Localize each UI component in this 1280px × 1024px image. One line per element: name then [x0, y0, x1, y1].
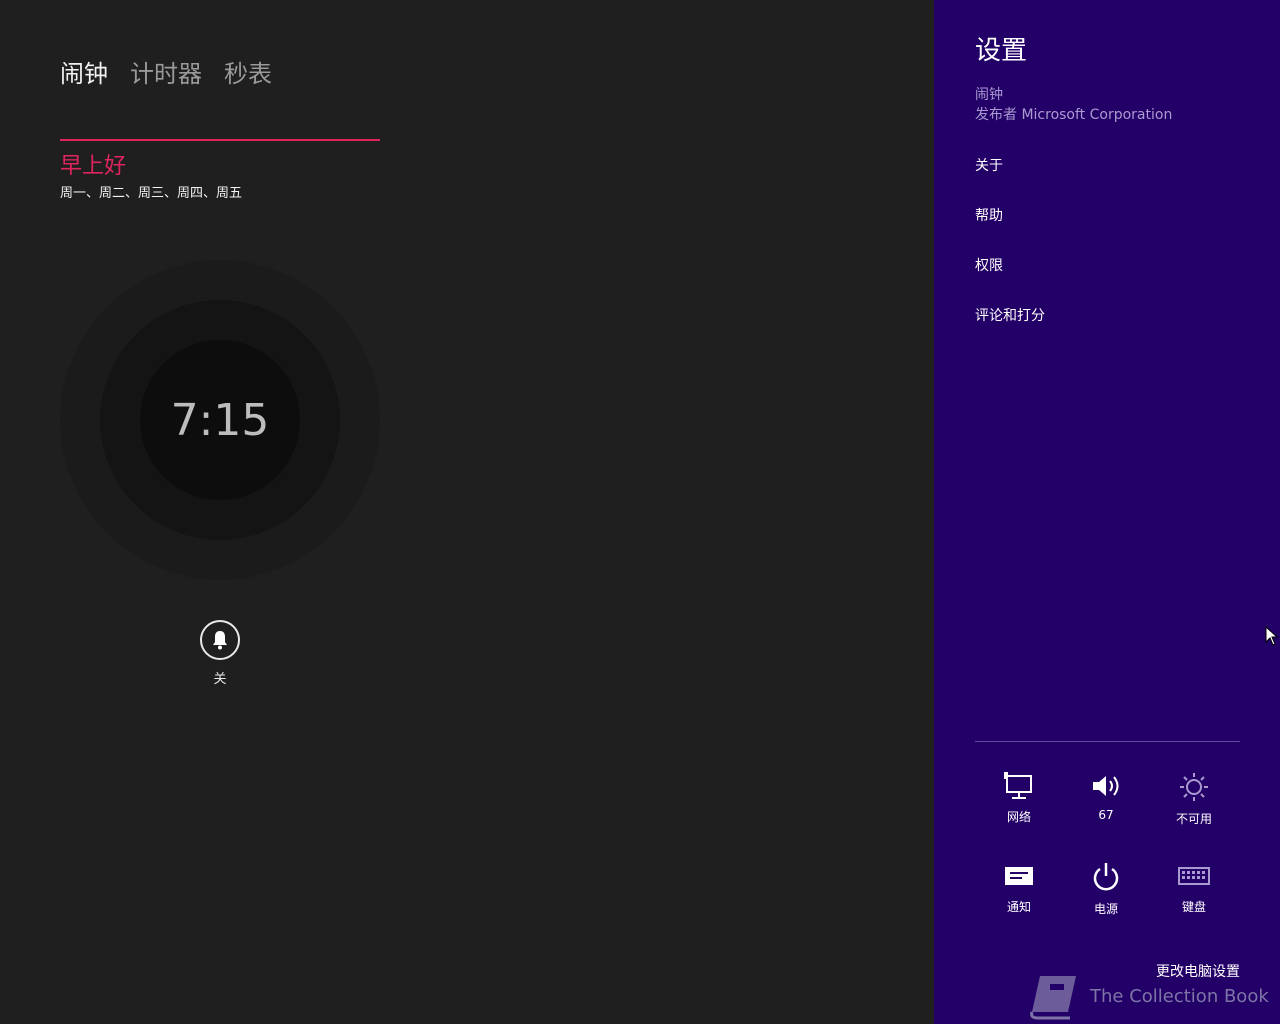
keyboard-icon — [1178, 867, 1210, 885]
tab-timer[interactable]: 计时器 — [130, 54, 202, 89]
menu-about[interactable]: 关于 — [975, 155, 1003, 175]
settings-publisher: 发布者 Microsoft Corporation — [975, 107, 1173, 123]
menu-permissions[interactable]: 权限 — [975, 255, 1003, 275]
settings-title: 设置 — [975, 36, 1028, 66]
menu-help[interactable]: 帮助 — [975, 205, 1003, 225]
watermark: The Collection Book — [1028, 972, 1269, 1020]
alarm-clock-dial[interactable]: 7:15 — [60, 260, 380, 580]
alarm-days: 周一、周二、周三、周四、周五 — [60, 186, 243, 201]
quick-brightness[interactable]: 不可用 — [1154, 772, 1234, 827]
alarm-accent-line — [60, 139, 380, 141]
brightness-icon — [1180, 773, 1208, 801]
alarm-time: 7:15 — [170, 394, 270, 446]
alarm-toggle-button[interactable] — [200, 620, 240, 660]
quick-power-label: 电源 — [1093, 902, 1118, 916]
network-icon — [1004, 772, 1032, 799]
quick-settings-divider — [975, 741, 1240, 742]
notifications-icon — [1005, 867, 1033, 885]
power-icon — [1093, 863, 1119, 891]
menu-rate-review[interactable]: 评论和打分 — [975, 305, 1045, 325]
book-icon — [1030, 976, 1076, 1020]
quick-network-label: 网络 — [1006, 810, 1031, 824]
mouse-cursor-icon — [1265, 626, 1279, 646]
settings-app-name: 闹钟 — [975, 87, 1003, 103]
alarm-toggle-label: 关 — [213, 672, 227, 687]
alarm-name[interactable]: 早上好 — [60, 148, 126, 180]
quick-brightness-label: 不可用 — [1175, 812, 1212, 826]
quick-notifications[interactable]: 通知 — [979, 862, 1059, 915]
watermark-text: The Collection Book — [1090, 985, 1269, 1007]
quick-keyboard-label: 键盘 — [1181, 900, 1206, 914]
tab-stopwatch[interactable]: 秒表 — [224, 54, 272, 89]
app-tabs: 闹钟 计时器 秒表 — [60, 54, 272, 89]
quick-keyboard[interactable]: 键盘 — [1154, 862, 1234, 915]
quick-volume[interactable]: 67 — [1066, 772, 1146, 822]
settings-charm-panel: 设置 闹钟 发布者 Microsoft Corporation 关于 帮助 权限… — [934, 0, 1280, 1024]
quick-power[interactable]: 电源 — [1066, 862, 1146, 917]
volume-icon — [1093, 776, 1119, 796]
quick-network[interactable]: 网络 — [979, 772, 1059, 825]
bell-icon — [213, 631, 227, 650]
quick-volume-label: 67 — [1098, 808, 1114, 822]
quick-notifications-label: 通知 — [1006, 900, 1031, 914]
tab-alarm[interactable]: 闹钟 — [60, 54, 108, 89]
